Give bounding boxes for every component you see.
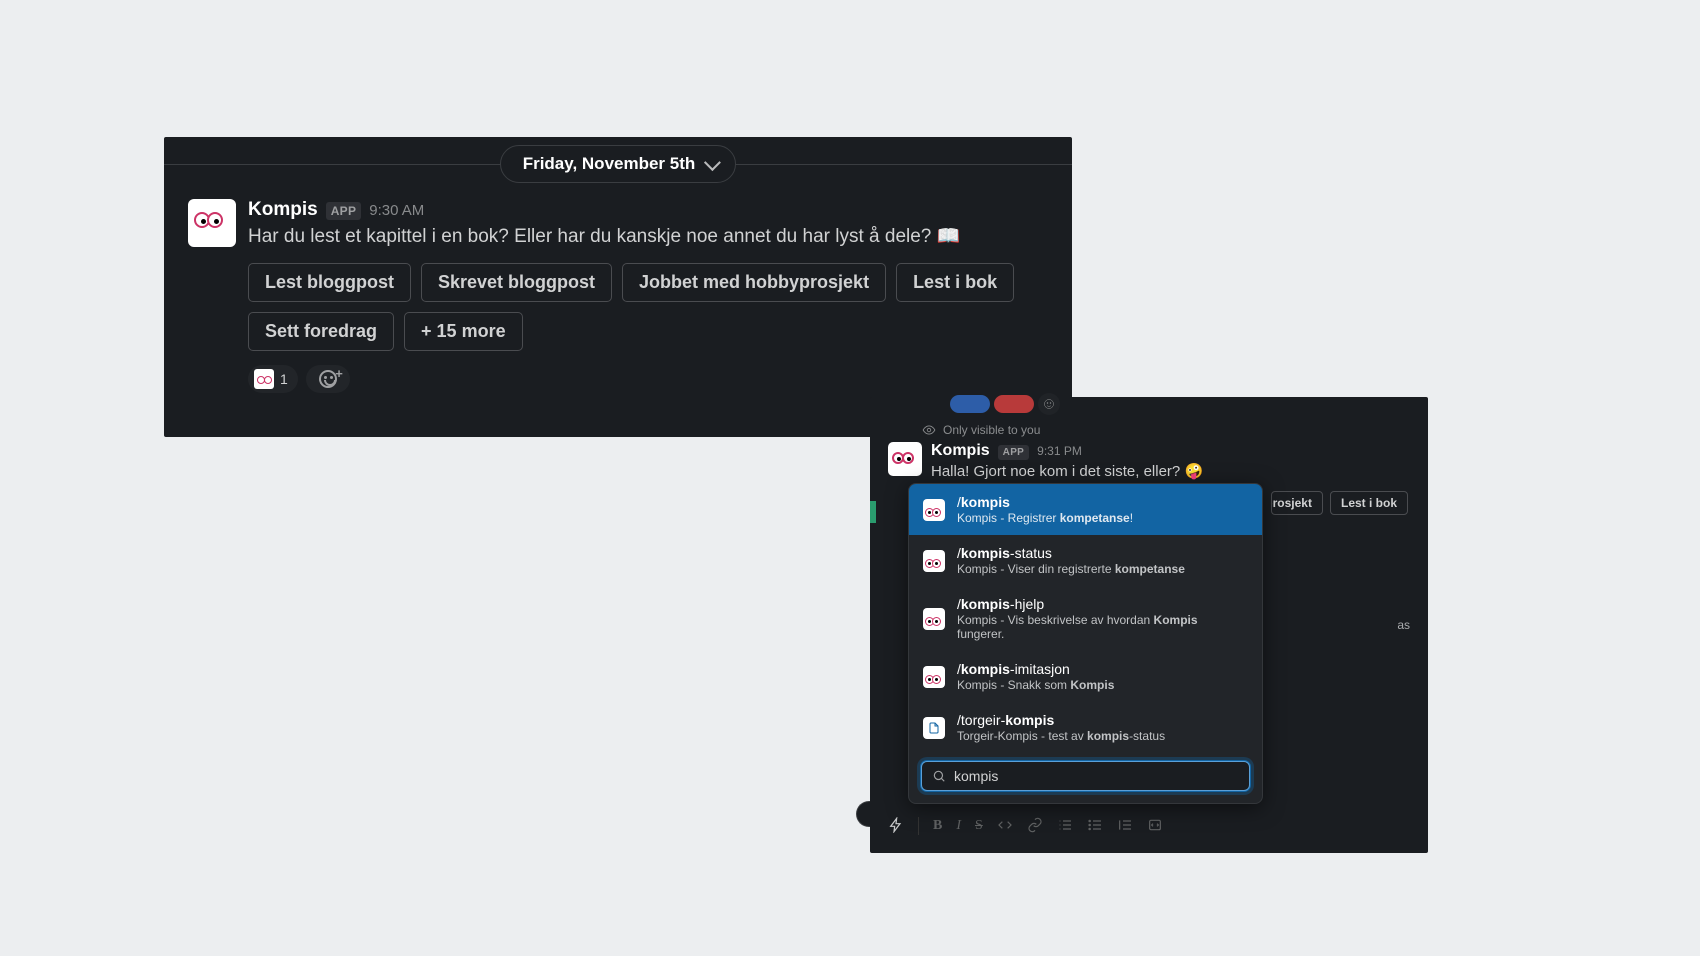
message-text: Halla! Gjort noe kom i det siste, eller?… (931, 461, 1410, 483)
background-text-fragment: as (1397, 618, 1410, 632)
slash-command-input-wrap[interactable] (921, 761, 1250, 791)
kompis-icon (923, 666, 945, 688)
slash-command-item[interactable]: /kompis-hjelpKompis - Vis beskrivelse av… (909, 586, 1262, 651)
ordered-list-button[interactable] (1057, 817, 1073, 836)
reaction-count: 1 (280, 371, 288, 387)
slash-command-title: /kompis (957, 494, 1133, 510)
slash-command-desc: Torgeir-Kompis - test av kompis-status (957, 729, 1165, 743)
kompis-icon (923, 550, 945, 572)
eye-icon (922, 423, 936, 437)
reaction-pill[interactable]: 1 (248, 365, 298, 393)
kompis-emoji-icon (254, 369, 274, 389)
action-button-more[interactable]: + 15 more (404, 312, 523, 351)
message-header: Kompis APP 9:31 PM (931, 442, 1410, 460)
format-toolbar: B I S (888, 811, 1410, 841)
slash-command-item[interactable]: /kompis-imitasjonKompis - Snakk som Komp… (909, 651, 1262, 702)
app-badge: APP (998, 445, 1029, 460)
slash-command-texts: /kompis-hjelpKompis - Vis beskrivelse av… (957, 596, 1248, 641)
action-button[interactable]: Lest bloggpost (248, 263, 411, 302)
slash-command-desc: Kompis - Vis beskrivelse av hvordan Komp… (957, 613, 1248, 641)
sender-name[interactable]: Kompis (248, 199, 318, 221)
slash-command-input[interactable] (954, 768, 1239, 784)
slash-command-title: /kompis-imitasjon (957, 661, 1114, 677)
slash-command-texts: /torgeir-kompisTorgeir-Kompis - test av … (957, 712, 1165, 743)
codeblock-button[interactable] (1147, 817, 1163, 836)
shortcuts-icon[interactable] (888, 817, 904, 836)
smiley-plus-icon: + (319, 370, 337, 388)
slack-message-panel-large: Friday, November 5th Kompis APP 9:30 AM … (164, 137, 1072, 437)
kompis-icon (923, 608, 945, 630)
add-reaction-mini[interactable] (1038, 393, 1060, 415)
reactions-row: 1 + (248, 365, 1048, 393)
code-button[interactable] (997, 817, 1013, 836)
add-reaction-button[interactable]: + (306, 365, 350, 393)
reaction-pill-blue[interactable] (950, 395, 990, 413)
action-button[interactable]: Skrevet bloggpost (421, 263, 612, 302)
sender-name[interactable]: Kompis (931, 442, 990, 460)
action-button[interactable]: Lest i bok (1330, 491, 1408, 515)
scroll-affordance (856, 801, 870, 827)
slash-command-desc: Kompis - Viser din registrerte kompetans… (957, 562, 1185, 576)
message-text: Har du lest et kapittel i en bok? Eller … (248, 223, 1048, 251)
slash-command-popup: /kompisKompis - Registrer kompetanse!/ko… (908, 483, 1263, 804)
avatar[interactable] (188, 199, 236, 247)
button-row: Lest bloggpost Skrevet bloggpost Jobbet … (248, 263, 1048, 351)
action-button[interactable]: Sett foredrag (248, 312, 394, 351)
bullet-list-button[interactable] (1087, 817, 1103, 836)
slack-composer-panel: Only visible to you Kompis APP 9:31 PM H… (870, 397, 1428, 853)
visibility-label: Only visible to you (943, 423, 1040, 437)
slash-command-texts: /kompis-imitasjonKompis - Snakk som Komp… (957, 661, 1114, 692)
kompis-icon (194, 212, 230, 234)
slash-command-item[interactable]: /kompisKompis - Registrer kompetanse! (909, 484, 1262, 535)
italic-button[interactable]: I (956, 818, 961, 834)
strike-button[interactable]: S (975, 818, 983, 834)
reaction-pills-overflow (950, 393, 1060, 415)
reaction-pill-red[interactable] (994, 395, 1034, 413)
message: Kompis APP 9:30 AM Har du lest et kapitt… (164, 191, 1072, 393)
channel-indicator (870, 501, 876, 523)
date-divider: Friday, November 5th (164, 137, 1072, 191)
slash-command-desc: Kompis - Snakk som Kompis (957, 678, 1114, 692)
app-badge: APP (326, 202, 362, 220)
divider (918, 817, 919, 835)
kompis-icon (923, 499, 945, 521)
slash-command-texts: /kompisKompis - Registrer kompetanse! (957, 494, 1133, 525)
doc-icon (923, 717, 945, 739)
blockquote-button[interactable] (1117, 817, 1133, 836)
slash-command-title: /kompis-status (957, 545, 1185, 561)
action-button[interactable]: Jobbet med hobbyprosjekt (622, 263, 886, 302)
action-button-clipped[interactable]: yprosjekt (1271, 491, 1323, 515)
link-button[interactable] (1027, 817, 1043, 836)
smiley-icon (1043, 398, 1055, 410)
slash-command-item[interactable]: /kompis-statusKompis - Viser din registr… (909, 535, 1262, 586)
avatar[interactable] (888, 442, 922, 476)
message-time: 9:31 PM (1037, 444, 1082, 458)
date-pill[interactable]: Friday, November 5th (500, 145, 737, 183)
kompis-icon (892, 451, 918, 467)
slash-command-desc: Kompis - Registrer kompetanse! (957, 511, 1133, 525)
slash-command-texts: /kompis-statusKompis - Viser din registr… (957, 545, 1185, 576)
slash-command-item[interactable]: /torgeir-kompisTorgeir-Kompis - test av … (909, 702, 1262, 753)
bold-button[interactable]: B (933, 818, 942, 834)
message-header: Kompis APP 9:30 AM (248, 199, 1048, 221)
message-time: 9:30 AM (369, 202, 424, 219)
slash-command-title: /kompis-hjelp (957, 596, 1248, 612)
chevron-down-icon (704, 154, 721, 171)
message-body: Kompis APP 9:30 AM Har du lest et kapitt… (248, 199, 1048, 393)
action-button[interactable]: Lest i bok (896, 263, 1014, 302)
search-icon (932, 769, 946, 783)
slash-command-title: /torgeir-kompis (957, 712, 1165, 728)
date-label: Friday, November 5th (523, 154, 696, 174)
